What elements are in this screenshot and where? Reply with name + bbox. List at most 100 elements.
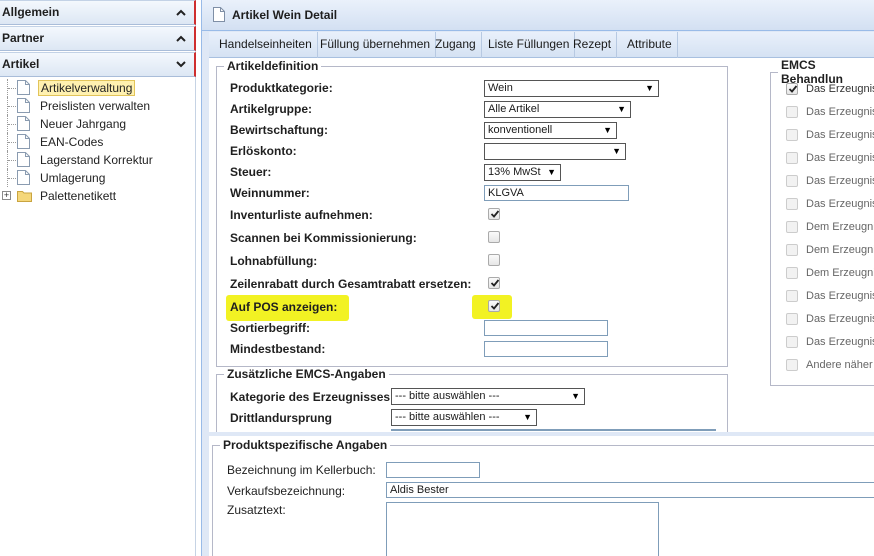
- scannen-checkbox[interactable]: [488, 231, 500, 243]
- tree-item-lagerstand-korrektur[interactable]: Lagerstand Korrektur: [0, 151, 194, 169]
- tree-item-umlagerung[interactable]: Umlagerung: [0, 169, 194, 187]
- expand-icon[interactable]: +: [2, 191, 11, 200]
- tree-item-artikelverwaltung[interactable]: Artikelverwaltung: [0, 79, 194, 97]
- dropdown-arrow-icon: ▼: [645, 83, 654, 93]
- emcs-behandlung-checkbox[interactable]: [786, 336, 798, 348]
- chevron-up-icon: [176, 1, 186, 25]
- emcs-behandlung-label: Das Erzeugnis: [806, 313, 874, 325]
- sortierbegriff-label: Sortierbegriff:: [230, 321, 311, 335]
- emcs-behandlung-label: Das Erzeugnis: [806, 129, 874, 141]
- partial-input-edge: [391, 429, 716, 431]
- tree-item-preislisten[interactable]: Preislisten verwalten: [0, 97, 194, 115]
- liste-fuellungen-button[interactable]: Liste Füllungen: [483, 32, 576, 58]
- verkaufsbezeichnung-label: Verkaufsbezeichnung:: [227, 484, 346, 498]
- produktkategorie-select[interactable]: Wein ▼: [484, 80, 659, 97]
- zugang-button[interactable]: Zugang: [430, 32, 482, 58]
- dropdown-arrow-icon: ▼: [571, 391, 580, 401]
- dropdown-arrow-icon: ▼: [603, 125, 612, 135]
- weinnummer-input[interactable]: KLGVA: [484, 185, 629, 201]
- emcs-behandlung-label: Das Erzeugnis: [806, 336, 874, 348]
- fieldset-legend: Artikeldefinition: [227, 59, 319, 73]
- verkaufsbezeichnung-input[interactable]: Aldis Bester: [386, 482, 874, 498]
- dropdown-arrow-icon: ▼: [612, 146, 621, 156]
- emcs-behandlung-label: Andere näher: [806, 359, 873, 371]
- steuer-select[interactable]: 13% MwSt ▼: [484, 164, 561, 181]
- kellerbuch-label: Bezeichnung im Kellerbuch:: [227, 463, 376, 477]
- drittlandursprung-select[interactable]: --- bitte auswählen --- ▼: [391, 409, 537, 426]
- emcs-behandlung-checkbox[interactable]: [786, 198, 798, 210]
- emcs-behandlung-checkbox[interactable]: [786, 129, 798, 141]
- fuellung-uebernehmen-button[interactable]: Füllung übernehmen: [315, 32, 437, 58]
- emcs-behandlung-checkbox[interactable]: [786, 244, 798, 256]
- nav-section-artikel[interactable]: Artikel: [0, 52, 196, 77]
- tree-item-palettenetikett[interactable]: + Palettenetikett: [0, 187, 194, 205]
- emcs-behandlung-checkbox[interactable]: [786, 175, 798, 187]
- select-value: Wein: [488, 82, 513, 94]
- scannen-label: Scannen bei Kommissionierung:: [230, 231, 417, 245]
- zusatztext-textarea[interactable]: [386, 502, 659, 556]
- lohnabfuellung-checkbox[interactable]: [488, 254, 500, 266]
- zeilenrabatt-checkbox[interactable]: [488, 277, 500, 289]
- tree-item-label: Neuer Jahrgang: [40, 117, 127, 131]
- emcs-behandlung-checkbox[interactable]: [786, 221, 798, 233]
- steuer-label: Steuer:: [230, 165, 272, 179]
- dropdown-arrow-icon: ▼: [547, 167, 556, 177]
- weinnummer-label: Weinnummer:: [230, 186, 310, 200]
- kellerbuch-input[interactable]: [386, 462, 480, 478]
- mindestbestand-input[interactable]: [484, 341, 608, 357]
- chevron-up-icon: [176, 27, 186, 51]
- emcs-behandlung-label: Das Erzeugnis: [806, 290, 874, 302]
- rezept-button[interactable]: Rezept: [568, 32, 618, 58]
- document-icon: [17, 152, 30, 167]
- emcs-behandlung-checkbox[interactable]: [786, 106, 798, 118]
- document-icon: [17, 116, 30, 131]
- kategorie-erzeugnis-select[interactable]: --- bitte auswählen --- ▼: [391, 388, 585, 405]
- erloeskonto-label: Erlöskonto:: [230, 144, 297, 158]
- emcs-behandlung-checkbox[interactable]: [786, 290, 798, 302]
- tree-item-label: Lagerstand Korrektur: [40, 153, 153, 167]
- tree-item-ean-codes[interactable]: EAN-Codes: [0, 133, 194, 151]
- nav-section-partner[interactable]: Partner: [0, 26, 196, 51]
- tree-item-neuer-jahrgang[interactable]: Neuer Jahrgang: [0, 115, 194, 133]
- emcs-behandlung-checkbox[interactable]: [786, 313, 798, 325]
- nav-section-label: Allgemein: [2, 5, 60, 19]
- sortierbegriff-input[interactable]: [484, 320, 608, 336]
- mindestbestand-label: Mindestbestand:: [230, 342, 326, 356]
- nav-section-label: Artikel: [2, 57, 40, 71]
- attribute-button[interactable]: Attribute: [622, 32, 678, 58]
- emcs-behandlung-label: Das Erzeugnis: [806, 175, 874, 187]
- produktkategorie-label: Produktkategorie:: [230, 81, 333, 95]
- bewirtschaftung-select[interactable]: konventionell ▼: [484, 122, 617, 139]
- inventurliste-label: Inventurliste aufnehmen:: [230, 208, 373, 222]
- handelseinheiten-button[interactable]: Handelseinheiten: [214, 32, 318, 58]
- select-value: Alle Artikel: [488, 103, 540, 115]
- input-value: Aldis Bester: [390, 484, 449, 496]
- document-icon: [213, 7, 225, 25]
- nav-section-label: Partner: [2, 31, 45, 45]
- emcs-behandlung-checkbox[interactable]: [786, 359, 798, 371]
- form-area-top: Artikeldefinition Produktkategorie: Wein…: [209, 58, 874, 437]
- chevron-down-icon: [176, 53, 186, 77]
- select-value: konventionell: [488, 124, 553, 136]
- erloeskonto-select[interactable]: ▼: [484, 143, 626, 160]
- fieldset-legend: EMCS Behandlun: [781, 58, 843, 86]
- drittlandursprung-label: Drittlandursprung: [230, 411, 332, 425]
- inventurliste-checkbox[interactable]: [488, 208, 500, 220]
- tree-item-label: Artikelverwaltung: [38, 80, 136, 96]
- emcs-behandlung-checkbox[interactable]: [786, 83, 798, 95]
- panel-header: Artikel Wein Detail: [202, 0, 874, 31]
- artikelgruppe-select[interactable]: Alle Artikel ▼: [484, 101, 631, 118]
- document-icon: [17, 80, 30, 95]
- emcs-behandlung-checkbox[interactable]: [786, 267, 798, 279]
- select-value: --- bitte auswählen ---: [395, 411, 500, 423]
- nav-section-allgemein[interactable]: Allgemein: [0, 0, 196, 25]
- panel-title: Artikel Wein Detail: [232, 8, 338, 22]
- fieldset-legend: Produktspezifische Angaben: [223, 438, 388, 452]
- tree-item-label: Palettenetikett: [40, 189, 117, 203]
- emcs-behandlung-checkbox[interactable]: [786, 152, 798, 164]
- dropdown-arrow-icon: ▼: [617, 104, 626, 114]
- emcs-behandlung-label: Das Erzeugnis: [806, 152, 874, 164]
- auf-pos-checkbox[interactable]: [488, 300, 500, 312]
- emcs-behandlung-label: Dem Erzeugni: [806, 221, 874, 233]
- document-icon: [17, 134, 30, 149]
